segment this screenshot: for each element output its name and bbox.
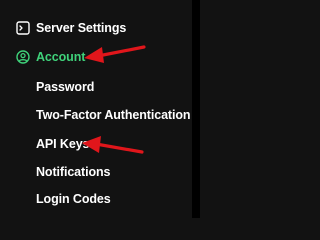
user-circle-icon (16, 50, 30, 64)
submenu-item-two-factor-authentication[interactable]: Two-Factor Authentication (36, 105, 191, 125)
menu-item-label: Server Settings (36, 21, 127, 35)
menu-item-account[interactable]: Account (16, 47, 85, 67)
scrollbar[interactable] (192, 0, 200, 218)
submenu-item-login-codes[interactable]: Login Codes (36, 189, 111, 209)
submenu-item-api-keys[interactable]: API Keys (36, 134, 90, 154)
submenu-item-label: Login Codes (36, 192, 111, 206)
submenu-item-notifications[interactable]: Notifications (36, 162, 111, 182)
submenu-item-password[interactable]: Password (36, 77, 94, 97)
submenu-item-label: Password (36, 80, 95, 94)
menu-item-label: Account (36, 50, 86, 64)
settings-menu: Server Settings Account Password Two-Fac… (0, 0, 192, 218)
submenu-item-label: API Keys (36, 137, 90, 151)
terminal-icon (16, 21, 30, 35)
submenu-item-label: Two-Factor Authentication (36, 108, 191, 122)
submenu-item-label: Notifications (36, 165, 111, 179)
annotation-arrow-icon (84, 45, 146, 63)
menu-item-server-settings[interactable]: Server Settings (16, 18, 126, 38)
